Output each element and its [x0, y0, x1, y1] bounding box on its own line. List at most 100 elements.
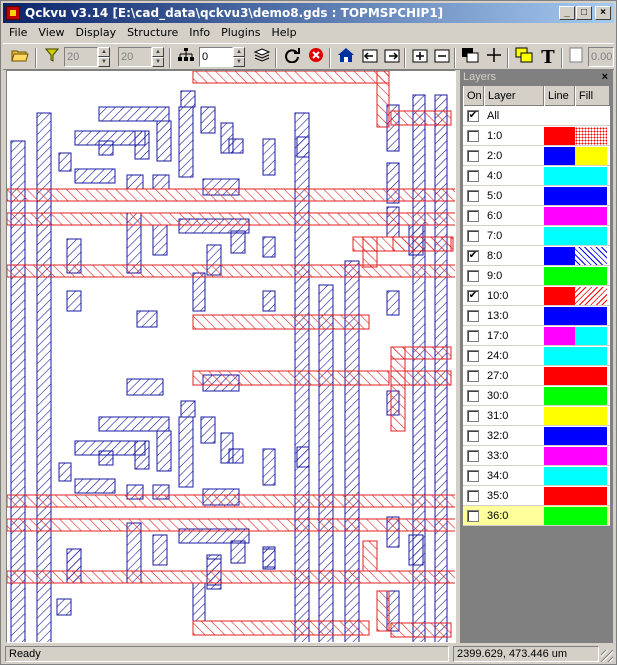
resize-grip[interactable] [601, 650, 613, 662]
layer-fill-swatch[interactable] [575, 507, 607, 525]
layer-visibility-checkbox[interactable] [467, 490, 479, 502]
layer-fill-swatch[interactable] [575, 107, 607, 125]
layer-fill-swatch[interactable] [575, 447, 607, 465]
menu-help[interactable]: Help [265, 24, 301, 39]
layer-line-color-swatch[interactable] [544, 287, 575, 305]
layer-visibility-checkbox[interactable] [467, 390, 479, 402]
layer-fill-swatch[interactable] [575, 287, 607, 305]
zoom-step-field[interactable]: 20 [64, 47, 98, 67]
layer-line-color-swatch[interactable] [544, 467, 575, 485]
layer-fill-swatch[interactable] [575, 427, 607, 445]
layer-line-color-swatch[interactable] [544, 407, 575, 425]
layer-row[interactable]: 7:0 [463, 226, 610, 246]
layer-visibility-checkbox[interactable] [467, 210, 479, 222]
header-line[interactable]: Line [544, 86, 575, 106]
layer-fill-swatch[interactable] [575, 467, 607, 485]
layer-line-color-swatch[interactable] [544, 447, 575, 465]
layer-visibility-checkbox[interactable] [467, 470, 479, 482]
layer-fill-swatch[interactable] [575, 307, 607, 325]
layers-close-button[interactable]: × [602, 70, 608, 84]
layer-fill-swatch[interactable] [575, 207, 607, 225]
layer-fill-swatch[interactable] [575, 407, 607, 425]
layer-fill-swatch[interactable] [575, 487, 607, 505]
layer-line-color-swatch[interactable] [544, 227, 575, 245]
layer-row[interactable]: 4:0 [463, 166, 610, 186]
layer-fill-swatch[interactable] [575, 387, 607, 405]
layer-fill-swatch[interactable] [575, 187, 607, 205]
layer-row[interactable]: 8:0 [463, 246, 610, 266]
layer-row[interactable]: 33:0 [463, 446, 610, 466]
grid-step-field[interactable]: 20 [118, 47, 152, 67]
hierarchy-level-stepper[interactable]: ▲ ▼ [233, 47, 245, 67]
layer-visibility-checkbox[interactable] [467, 330, 479, 342]
layer-visibility-checkbox[interactable] [467, 250, 479, 262]
layers-stack-icon[interactable] [251, 47, 273, 69]
layer-visibility-checkbox[interactable] [467, 350, 479, 362]
layer-fill-swatch[interactable] [575, 147, 607, 165]
layer-line-color-swatch[interactable] [544, 427, 575, 445]
layer-line-color-swatch[interactable] [544, 387, 575, 405]
zoom-in-icon[interactable] [409, 47, 431, 69]
layer-fill-swatch[interactable] [575, 127, 607, 145]
layer-visibility-checkbox[interactable] [467, 170, 479, 182]
zoom-out-icon[interactable] [431, 47, 453, 69]
crosshair-icon[interactable] [483, 47, 505, 69]
maximize-button[interactable]: □ [576, 6, 592, 20]
layer-row[interactable]: 6:0 [463, 206, 610, 226]
select-box-icon[interactable] [513, 47, 535, 69]
layer-row[interactable]: 17:0 [463, 326, 610, 346]
measure-field[interactable]: 0.00 [588, 47, 614, 67]
pan-right-icon[interactable] [381, 47, 403, 69]
menu-structure[interactable]: Structure [121, 24, 183, 39]
menu-info[interactable]: Info [183, 24, 215, 39]
layer-fill-swatch[interactable] [575, 167, 607, 185]
app-icon[interactable] [6, 6, 20, 20]
layer-row[interactable]: 24:0 [463, 346, 610, 366]
layer-visibility-checkbox[interactable] [467, 310, 479, 322]
layer-line-color-swatch[interactable] [544, 107, 575, 125]
layer-row[interactable]: 31:0 [463, 406, 610, 426]
layer-line-color-swatch[interactable] [544, 167, 575, 185]
layer-row[interactable]: All [463, 106, 610, 126]
zoom-step-stepper[interactable]: ▲ ▼ [98, 47, 110, 67]
layout-drawing[interactable] [7, 71, 456, 643]
layer-visibility-checkbox[interactable] [467, 110, 479, 122]
layer-visibility-checkbox[interactable] [467, 190, 479, 202]
layer-line-color-swatch[interactable] [544, 147, 575, 165]
layer-fill-swatch[interactable] [575, 267, 607, 285]
layer-line-color-swatch[interactable] [544, 367, 575, 385]
hierarchy-icon[interactable] [175, 47, 197, 69]
layer-row[interactable]: 32:0 [463, 426, 610, 446]
layer-row[interactable]: 34:0 [463, 466, 610, 486]
header-layer[interactable]: Layer [484, 86, 544, 106]
layer-visibility-checkbox[interactable] [467, 370, 479, 382]
layer-visibility-checkbox[interactable] [467, 270, 479, 282]
filter-icon[interactable] [41, 47, 63, 69]
fill-mode-icon[interactable] [459, 47, 481, 69]
layer-visibility-checkbox[interactable] [467, 290, 479, 302]
layer-row[interactable]: 27:0 [463, 366, 610, 386]
header-fill[interactable]: Fill [575, 86, 610, 106]
layer-visibility-checkbox[interactable] [467, 450, 479, 462]
layer-row[interactable]: 36:0 [463, 506, 610, 526]
layer-line-color-swatch[interactable] [544, 247, 575, 265]
menu-file[interactable]: File [3, 24, 32, 39]
layer-row[interactable]: 2:0 [463, 146, 610, 166]
layer-line-color-swatch[interactable] [544, 127, 575, 145]
layer-line-color-swatch[interactable] [544, 207, 575, 225]
layer-row[interactable]: 9:0 [463, 266, 610, 286]
layer-line-color-swatch[interactable] [544, 507, 575, 525]
pan-left-icon[interactable] [359, 47, 381, 69]
open-folder-icon[interactable] [9, 47, 31, 69]
menu-display[interactable]: Display [70, 24, 122, 39]
layer-visibility-checkbox[interactable] [467, 130, 479, 142]
stop-icon[interactable] [305, 47, 327, 69]
home-icon[interactable] [335, 47, 357, 69]
layer-fill-swatch[interactable] [575, 327, 607, 345]
menu-plugins[interactable]: Plugins [215, 24, 265, 39]
layer-line-color-swatch[interactable] [544, 307, 575, 325]
layer-line-color-swatch[interactable] [544, 187, 575, 205]
layer-fill-swatch[interactable] [575, 247, 607, 265]
layer-row[interactable]: 30:0 [463, 386, 610, 406]
layer-row[interactable]: 13:0 [463, 306, 610, 326]
